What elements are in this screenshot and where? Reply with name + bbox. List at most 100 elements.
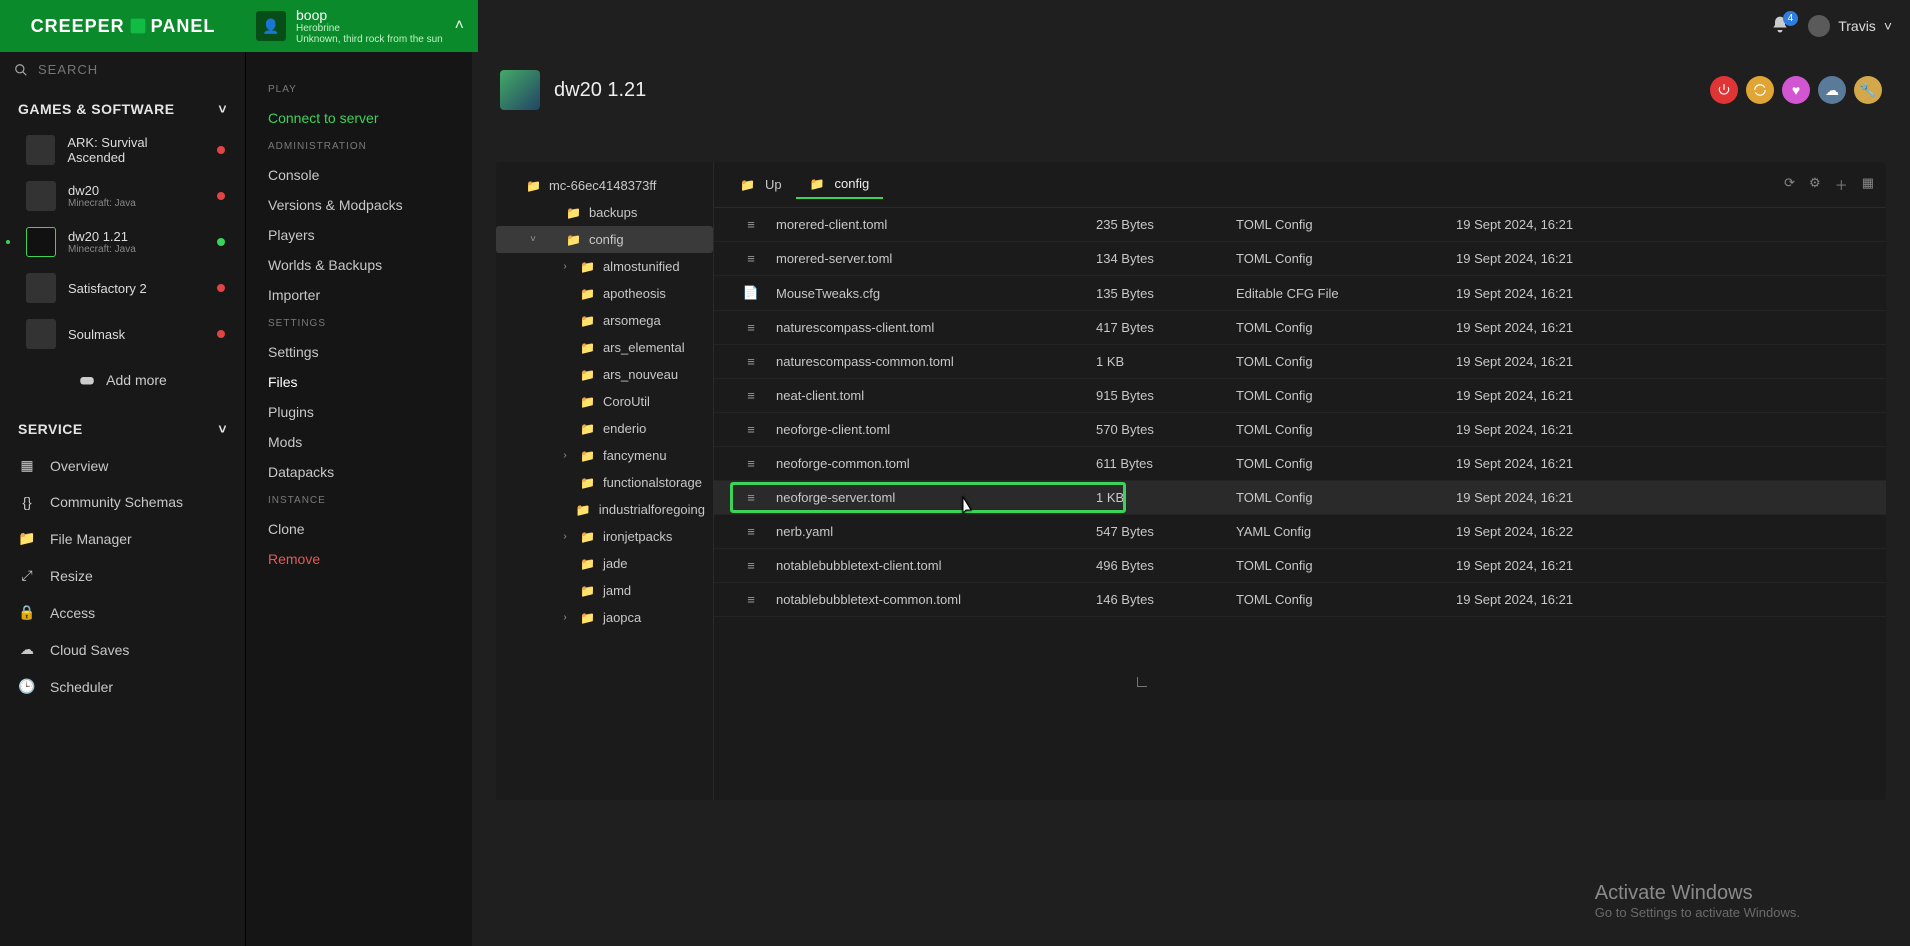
file-type: TOML Config [1236,558,1456,573]
tree-item[interactable]: 📁CoroUtil [496,388,713,415]
breadcrumb-current[interactable]: 📁 config [796,170,884,199]
game-row[interactable]: dw20Minecraft: Java [0,173,245,219]
search-row [0,52,245,87]
nav-item[interactable]: Worlds & Backups [246,250,472,280]
brand-logo[interactable]: CREEPER PANEL [0,0,246,52]
file-row[interactable]: ≡neoforge-common.toml611 BytesTOML Confi… [714,447,1886,481]
tree-item[interactable]: 📁ars_elemental [496,334,713,361]
tree-item[interactable]: 📁backups [496,199,713,226]
tree-item[interactable]: ›📁jaopca [496,604,713,631]
service-item[interactable]: ⤢Resize [0,557,245,594]
game-icon [26,273,56,303]
game-row[interactable]: dw20 1.21Minecraft: Java [0,219,245,265]
service-item[interactable]: ▦Overview [0,447,245,484]
file-date: 19 Sept 2024, 16:22 [1456,524,1874,539]
notifications-button[interactable]: 4 [1770,15,1790,38]
file-icon: ≡ [726,592,776,607]
add-more-button[interactable]: Add more [0,357,245,407]
file-row[interactable]: ≡neoforge-client.toml570 BytesTOML Confi… [714,413,1886,447]
resize-handle-icon[interactable] [1137,677,1147,687]
file-name: neoforge-client.toml [776,422,890,437]
service-item[interactable]: 🔒Access [0,594,245,631]
tree-label: industrialforegoing [599,502,705,517]
file-row[interactable]: ≡morered-server.toml134 BytesTOML Config… [714,242,1886,276]
tree-item[interactable]: 📁jade [496,550,713,577]
game-sub: Minecraft: Java [68,244,136,255]
file-size: 570 Bytes [1096,422,1236,437]
game-row[interactable]: Soulmask [0,311,245,357]
file-row[interactable]: ≡neoforge-server.toml1 KBTOML Config19 S… [714,481,1886,515]
expand-icon: › [558,531,572,542]
service-section-header[interactable]: SERVICE ˅ [0,407,245,447]
search-input[interactable] [38,62,231,77]
games-section-header[interactable]: GAMES & SOFTWARE ˅ [0,87,245,127]
nav-item[interactable]: Clone [246,514,472,544]
nav-item[interactable]: Importer [246,280,472,310]
nav-item[interactable]: Versions & Modpacks [246,190,472,220]
tree-item[interactable]: 📁apotheosis [496,280,713,307]
file-date: 19 Sept 2024, 16:21 [1456,388,1874,403]
user-menu[interactable]: Travis ˅ [1808,15,1892,37]
service-label: Resize [50,568,93,584]
status-dot [217,192,225,200]
restart-button[interactable] [1746,76,1774,104]
tree-root[interactable]: 📁 mc-66ec4148373ff [496,172,713,199]
file-row[interactable]: ≡notablebubbletext-common.toml146 BytesT… [714,583,1886,617]
wrench-button[interactable]: 🔧 [1854,76,1882,104]
nav-item[interactable]: Remove [246,544,472,574]
nav-item[interactable]: Plugins [246,397,472,427]
game-name: Satisfactory 2 [68,281,147,296]
tree-item[interactable]: 📁industrialforegoing [496,496,713,523]
add-file-button[interactable]: ＋ [1835,175,1848,194]
file-date: 19 Sept 2024, 16:21 [1456,251,1874,266]
file-row[interactable]: ≡neat-client.toml915 BytesTOML Config19 … [714,379,1886,413]
service-item[interactable]: 📁File Manager [0,520,245,557]
tree-item[interactable]: 📁jamd [496,577,713,604]
file-date: 19 Sept 2024, 16:21 [1456,354,1874,369]
tree-item[interactable]: 📁ars_nouveau [496,361,713,388]
folder-icon: 📁 [580,341,595,355]
service-item[interactable]: 🕒Scheduler [0,668,245,705]
tree-item[interactable]: 📁enderio [496,415,713,442]
service-item[interactable]: {}Community Schemas [0,484,245,520]
select-button[interactable]: ▦ [1862,175,1874,194]
file-name: morered-server.toml [776,251,892,266]
tree-item[interactable]: ˅📁config [496,226,713,253]
tree-item[interactable]: 📁arsomega [496,307,713,334]
creeper-icon [127,15,149,37]
refresh-button[interactable]: ⟳ [1784,175,1795,194]
file-row[interactable]: ≡morered-client.toml235 BytesTOML Config… [714,208,1886,242]
tree-item[interactable]: 📁functionalstorage [496,469,713,496]
file-row[interactable]: ≡naturescompass-client.toml417 BytesTOML… [714,311,1886,345]
connect-to-server[interactable]: Connect to server [246,103,472,133]
game-row[interactable]: ARK: Survival Ascended [0,127,245,173]
nav-item[interactable]: Console [246,160,472,190]
tree-item[interactable]: ›📁fancymenu [496,442,713,469]
settings-button[interactable]: ⚙ [1809,175,1821,194]
nav-item[interactable]: Players [246,220,472,250]
breadcrumb-up[interactable]: 📁 Up [726,171,796,198]
server-selector[interactable]: 👤 boop Herobrine Unknown, third rock fro… [246,0,478,52]
service-item[interactable]: ☁Cloud Saves [0,631,245,668]
file-row[interactable]: ≡naturescompass-common.toml1 KBTOML Conf… [714,345,1886,379]
nav-item[interactable]: Datapacks [246,457,472,487]
nav-item[interactable]: Mods [246,427,472,457]
tree-item[interactable]: ›📁almostunified [496,253,713,280]
nav-item[interactable]: Settings [246,337,472,367]
instance-nav: PLAY Connect to server ADMINISTRATION Co… [246,52,472,946]
tree-item[interactable]: ›📁ironjetpacks [496,523,713,550]
service-icon: 🔒 [18,604,36,621]
cloud-button[interactable]: ☁ [1818,76,1846,104]
file-size: 417 Bytes [1096,320,1236,335]
file-row[interactable]: ≡notablebubbletext-client.toml496 BytesT… [714,549,1886,583]
user-name: Travis [1838,18,1876,34]
game-row[interactable]: Satisfactory 2 [0,265,245,311]
power-button[interactable] [1710,76,1738,104]
heart-button[interactable]: ♥ [1782,76,1810,104]
file-row[interactable]: ≡nerb.yaml547 BytesYAML Config19 Sept 20… [714,515,1886,549]
nav-item[interactable]: Files [246,367,472,397]
file-row[interactable]: 📄MouseTweaks.cfg135 BytesEditable CFG Fi… [714,276,1886,311]
tree-label: ars_nouveau [603,367,678,382]
brand-text-right: PANEL [151,16,216,37]
server-title: boop [296,7,443,23]
